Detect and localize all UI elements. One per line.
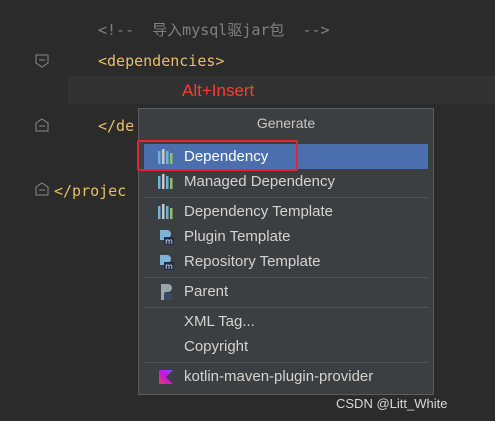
menu-item-label: XML Tag... — [184, 313, 255, 330]
editor-gutter — [0, 0, 68, 421]
menu-item-label: Plugin Template — [184, 228, 291, 245]
highlight-box-annotation — [137, 140, 298, 171]
popup-title: Generate — [256, 115, 316, 131]
menu-item-dependency-template[interactable]: Dependency Template — [144, 199, 428, 224]
code-project-close-tag: </projec — [54, 182, 127, 200]
svg-text:m: m — [165, 262, 173, 271]
code-comment: <!-- 导入mysql驱jar包 --> — [98, 21, 330, 39]
menu-item-copyright[interactable]: Copyright — [144, 334, 428, 359]
parent-icon — [155, 282, 177, 302]
fold-marker-icon[interactable] — [35, 118, 49, 132]
menu-item-label: Repository Template — [184, 253, 321, 270]
svg-text:m: m — [165, 237, 173, 246]
menu-separator — [144, 362, 428, 363]
menu-item-label: Dependency Template — [184, 203, 333, 220]
code-dependencies-open-tag: <dependencies> — [98, 52, 225, 70]
fold-marker-icon[interactable] — [35, 54, 49, 68]
menu-separator — [144, 277, 428, 278]
menu-item-label: Parent — [184, 283, 229, 300]
menu-item-label: Managed Dependency — [184, 173, 335, 190]
fold-marker-icon[interactable] — [35, 182, 49, 196]
menu-item-label: kotlin-maven-plugin-provider — [184, 368, 374, 385]
plugin-template-icon: m — [155, 227, 177, 247]
repository-template-icon: m — [155, 252, 177, 272]
maven-bars-icon — [155, 202, 177, 222]
code-dependencies-close-tag: </de — [98, 117, 135, 135]
menu-item-kotlin-maven-plugin-provider[interactable]: kotlin-maven-plugin-provider — [144, 364, 428, 389]
watermark: CSDN @Litt_White — [336, 396, 448, 411]
maven-bars-icon — [155, 172, 177, 192]
kotlin-icon — [155, 367, 177, 387]
menu-separator — [144, 197, 428, 198]
menu-item-label: Copyright — [184, 338, 249, 355]
menu-item-managed-dependency[interactable]: Managed Dependency — [144, 169, 428, 194]
menu-item-xml-tag[interactable]: XML Tag... — [144, 309, 428, 334]
menu-item-plugin-template[interactable]: m Plugin Template — [144, 224, 428, 249]
menu-item-repository-template[interactable]: m Repository Template — [144, 249, 428, 274]
current-line-highlight — [68, 76, 495, 104]
menu-separator — [144, 307, 428, 308]
menu-item-parent[interactable]: Parent — [144, 279, 428, 304]
shortcut-annotation: Alt+Insert — [182, 81, 255, 100]
